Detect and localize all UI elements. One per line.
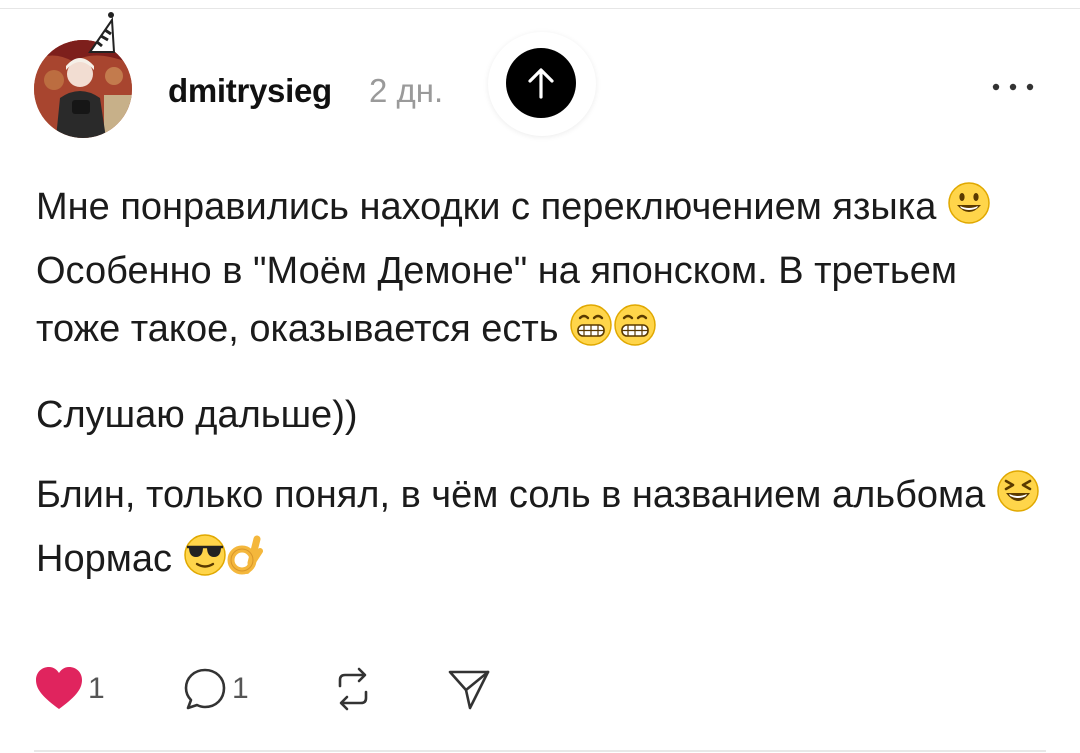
author-username[interactable]: dmitrysieg [168,72,332,110]
grin-emoji [569,303,613,364]
sunglasses-emoji [183,533,227,594]
arrow-up-icon [528,68,554,99]
laughing-emoji [996,469,1040,530]
repost-icon [338,667,368,711]
like-count: 1 [88,672,105,705]
paragraph-text: Мне понравились находки с переключением … [36,186,937,228]
grin-emoji [613,303,657,364]
bottom-divider [34,750,1046,752]
paragraph-2: Слушаю дальше)) [36,386,1046,444]
party-hat-icon [84,6,124,56]
post-time: 2 дн. [369,72,444,109]
share-button[interactable] [446,664,492,714]
paragraph-1: Мне понравились находки с переключением … [36,178,1046,364]
comment-icon [184,668,226,710]
share-icon [448,670,490,710]
comment-button[interactable]: 1 [182,664,249,714]
more-icon [992,83,1034,91]
post-body: Мне понравились находки с переключением … [36,178,1046,616]
paragraph-text: Особенно в "Моём Демоне" на японском. В … [36,250,957,350]
top-divider [0,8,1080,9]
more-button[interactable] [988,72,1038,102]
ok-hand-emoji [227,533,263,594]
paragraph-text: Блин, только понял, в чём соль в названи… [36,474,986,516]
like-button[interactable]: 1 [34,664,105,714]
smiley-emoji [947,181,991,242]
paragraph-3: Блин, только понял, в чём соль в названи… [36,466,1046,594]
comment-count: 1 [232,672,249,705]
repost-button[interactable] [330,664,376,714]
heart-icon [36,667,82,709]
scroll-top-button[interactable] [506,48,576,118]
paragraph-text: Нормас [36,538,172,580]
paragraph-text: Слушаю дальше)) [36,394,358,436]
